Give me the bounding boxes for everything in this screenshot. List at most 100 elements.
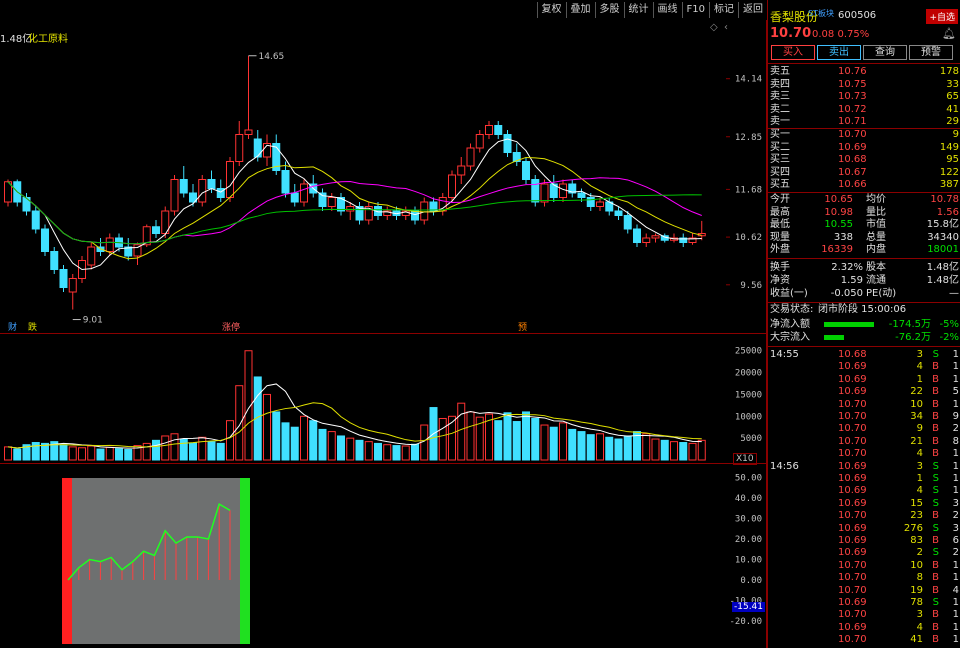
kline-panel[interactable]: 1.48亿 化工原料 ◇ ‹ 14.14 12.85 11.68 10.62 9.56 1… [0,20,767,333]
level-label: 买三 [770,154,790,165]
bell-icon[interactable]: 🔔︎ [942,27,956,40]
event-marker[interactable]: 财 [8,321,17,333]
divider [768,192,960,193]
volume-bar [142,442,151,461]
stat-label: 净资 [770,275,790,286]
stat-row: 现量 338 总量 34340 [768,232,960,244]
candle [522,161,530,180]
tick-count: 1 [952,559,959,571]
tick-side: B [932,634,939,646]
tick-row: 10.69 4 S 1 [768,485,960,497]
ma-line [7,177,702,245]
volume-bar [466,411,475,461]
add-watchlist-button[interactable]: +自选 [926,9,958,24]
event-marker[interactable]: 涨停 [222,321,240,333]
sell-level-row[interactable]: 卖一 10.71 29 [768,116,960,128]
sell-level-row[interactable]: 卖二 10.72 41 [768,104,960,116]
volume-bar [346,437,355,461]
tick-side: B [932,609,939,621]
flow-row: 大宗流入 -76.2万 -2% [768,332,960,344]
tick-count: 1 [952,398,959,410]
toolbar-button[interactable]: 复权 [536,2,566,18]
candle [300,183,308,203]
indicator-panel[interactable]: 50.0040.0030.0020.0010.000.00-10.00-20.0… [0,463,767,648]
stat-label: 市值 [866,219,886,230]
tick-price: 10.70 [838,510,867,522]
event-marker[interactable]: 跌 [28,322,37,333]
sell-level-row[interactable]: 卖五 10.76 178 [768,66,960,78]
alert-button[interactable]: 预警 [909,45,953,60]
tick-price: 10.70 [838,411,867,422]
event-marker[interactable]: 预 [518,322,527,333]
stat-label: 内盘 [866,244,886,255]
y-tick-label: 15000 [735,390,762,400]
tick-side: B [932,386,939,398]
toolbar-button[interactable]: 标记 [709,2,738,18]
buy-level-row[interactable]: 买二 10.69 149 [768,142,960,154]
price-change: 0.08 0.75% [812,29,869,40]
candle [31,210,40,230]
toolbar-button[interactable]: 画线 [652,2,682,18]
stat-value: 1.56 [936,206,959,218]
sell-level-row[interactable]: 卖四 10.75 33 [768,79,960,91]
tick-volume: 34 [910,411,923,422]
kline-chart: 14.14 12.85 11.68 10.62 9.56 14.65 9.01 财跌 涨停 预 [4,52,762,333]
st-badge: ST板块 [808,9,834,18]
tick-row: 10.69 83 B 6 [768,535,960,547]
volume-bar [318,428,327,461]
tick-volume: 4 [916,621,923,633]
buy-level-row[interactable]: 买四 10.67 122 [768,167,960,179]
buy-level-row[interactable]: 买三 10.68 95 [768,154,960,166]
stat-label: 外盘 [770,244,790,255]
level-volume: 387 [939,179,959,190]
tick-count: 6 [952,535,959,546]
volume-bar [78,447,86,461]
toolbar-button[interactable]: 叠加 [565,2,595,18]
query-button[interactable]: 查询 [863,45,907,60]
tick-count: 2 [952,510,959,522]
tick-price: 10.69 [838,535,867,546]
toolbar-button[interactable]: 返回 [738,2,767,18]
stat-value: 1.48亿 [926,275,959,286]
toolbar-button[interactable]: 多股 [594,2,624,18]
volume-panel[interactable]: 25000 20000 15000 10000 5000 X10 [0,333,767,465]
volume-bar [651,438,660,461]
tick-count: 1 [952,349,959,360]
y-tick-label: 25000 [735,347,762,357]
toolbar-button[interactable]: 统计 [623,2,653,18]
level-price: 10.75 [838,78,867,90]
stat-row: 收益(一) -0.050 PE(动) — [768,288,960,300]
trade-buttons: 买入 卖出 查询 预警 [771,45,953,60]
volume-bar [605,436,614,461]
stat-label: 最高 [770,206,790,218]
stat-label: 流通 [866,275,886,286]
buy-level-row[interactable]: 买五 10.66 387 [768,179,960,191]
tick-volume: 10 [910,398,923,410]
stat-value: -0.050 [830,288,863,299]
level-volume: 29 [946,116,959,127]
y-tick-label: -20.00 [729,617,762,627]
buy-button[interactable]: 买入 [771,45,815,60]
volume-bar [503,412,512,461]
tick-row: 10.69 15 S 3 [768,498,960,510]
tick-side: S [932,460,939,472]
stat-value: 10.55 [824,219,853,230]
sell-button[interactable]: 卖出 [817,45,861,60]
sell-level-row[interactable]: 卖三 10.73 65 [768,91,960,103]
stat-value: 16339 [821,244,853,255]
tick-volume: 4 [916,485,923,497]
candle [290,192,299,203]
zone-start-bar [62,478,72,644]
tick-volume: 10 [910,559,923,571]
candle [170,179,179,212]
flow-bar [824,335,844,340]
tick-side: B [932,435,939,447]
candle [226,161,234,198]
buy-level-row[interactable]: 买一 10.70 9 [768,129,960,141]
toolbar-button[interactable]: F10 [681,2,709,18]
volume-bar [383,444,392,461]
volume-bar [401,445,410,461]
tick-price: 10.69 [838,597,867,608]
stat-row: 净资 1.59 流通 1.48亿 [768,275,960,287]
change-value: 0.08 [812,29,835,40]
